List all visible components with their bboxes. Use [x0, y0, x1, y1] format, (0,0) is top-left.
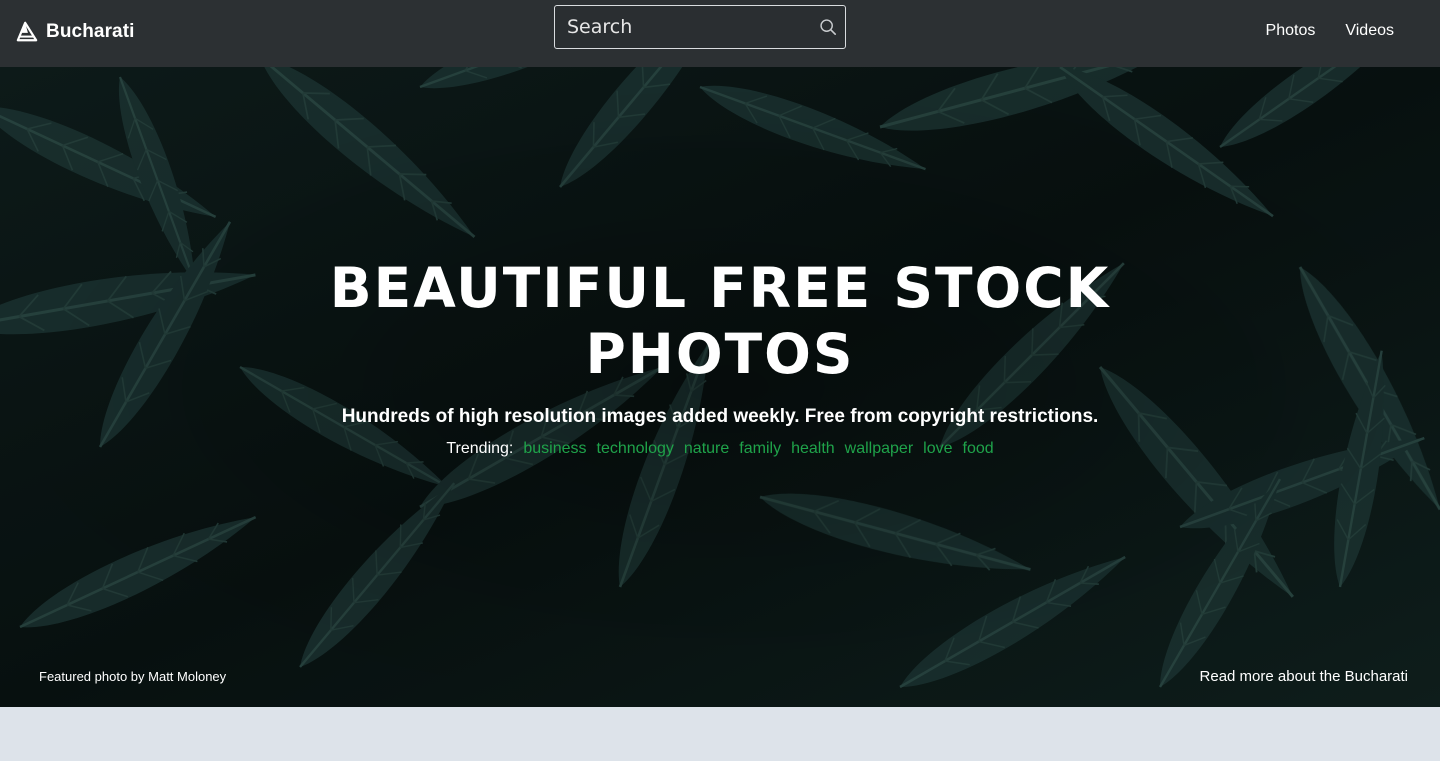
search-icon[interactable]: [819, 18, 837, 36]
content-area-background: [0, 707, 1440, 761]
trending-tag-love[interactable]: love: [923, 438, 952, 460]
trending-tag-nature[interactable]: nature: [684, 438, 729, 460]
trending-tag-wallpaper[interactable]: wallpaper: [845, 438, 913, 460]
trending-tag-technology[interactable]: technology: [597, 438, 674, 460]
hero-subtitle: Hundreds of high resolution images added…: [341, 406, 1099, 427]
hero-content: BEAUTIFUL FREE STOCK PHOTOS Hundreds of …: [0, 255, 1440, 460]
featured-photo-credit[interactable]: Featured photo by Matt Moloney: [39, 669, 226, 684]
hero-section: BEAUTIFUL FREE STOCK PHOTOS Hundreds of …: [0, 67, 1440, 707]
nav-links: Photos Videos: [1266, 22, 1394, 40]
nav-link-photos[interactable]: Photos: [1266, 22, 1316, 40]
hero-title: BEAUTIFUL FREE STOCK PHOTOS: [329, 256, 1111, 386]
sail-logo-icon: [16, 21, 38, 42]
search-box: [554, 5, 846, 49]
trending-tag-health[interactable]: health: [791, 438, 835, 460]
trending-tag-family[interactable]: family: [739, 438, 781, 460]
nav-link-videos[interactable]: Videos: [1345, 22, 1394, 40]
trending-label: Trending:: [446, 440, 514, 457]
search-input[interactable]: [555, 6, 845, 48]
top-navbar: Bucharati Photos Videos: [0, 0, 1440, 67]
trending-tag-food[interactable]: food: [963, 438, 994, 460]
trending-row: Trending: business technology nature fam…: [0, 438, 1440, 460]
brand-name: Bucharati: [46, 21, 135, 42]
brand-logo-link[interactable]: Bucharati: [16, 20, 135, 44]
trending-tag-business[interactable]: business: [523, 438, 586, 460]
read-more-link[interactable]: Read more about the Bucharati: [1200, 668, 1408, 685]
